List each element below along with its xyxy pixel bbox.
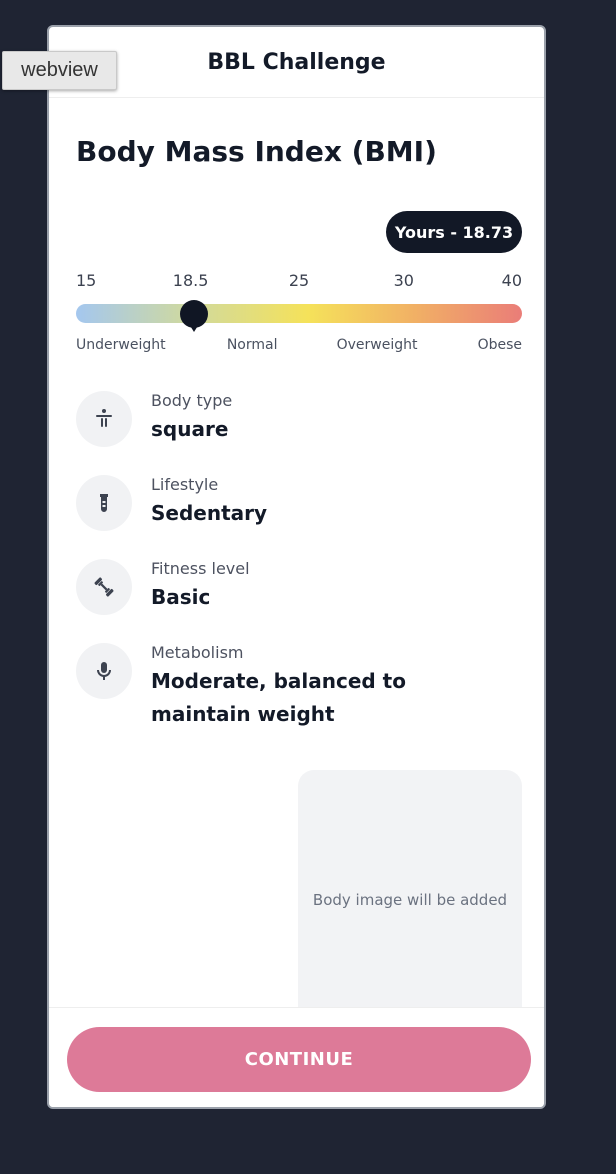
bmi-tick: 18.5 — [172, 271, 209, 290]
bmi-category-label: Obese — [477, 337, 522, 353]
info-label: Body type — [151, 391, 233, 410]
body-image-placeholder-text: Body image will be added — [312, 891, 508, 909]
bmi-scale-ticks: 15 18.5 25 30 40 — [76, 271, 522, 293]
bmi-category-label: Overweight — [336, 337, 418, 353]
footer: CONTINUE — [49, 1007, 544, 1107]
bmi-marker — [180, 300, 209, 332]
bmi-marker-pointer — [189, 324, 200, 332]
bmi-category-label: Normal — [226, 337, 278, 353]
bmi-tick: 25 — [288, 271, 310, 290]
bmi-yours-badge: Yours - 18.73 — [386, 211, 522, 253]
info-label: Metabolism — [151, 643, 244, 662]
info-label: Fitness level — [151, 559, 250, 578]
info-value: Sedentary — [151, 501, 268, 525]
page-title: BBL Challenge — [207, 49, 386, 75]
bmi-gradient-bar — [76, 304, 522, 323]
info-label: Lifestyle — [151, 475, 219, 494]
bmi-category-label: Underweight — [76, 337, 166, 353]
info-value: Basic — [151, 585, 211, 609]
microphone-icon — [76, 643, 132, 699]
body-image-placeholder: Body image will be added — [298, 770, 522, 1030]
webview-tag: webview — [2, 51, 117, 90]
phone-screen: BBL Challenge Body Mass Index (BMI) Your… — [47, 25, 546, 1109]
test-tube-icon — [76, 475, 132, 531]
info-value: Moderate, balanced to maintain weight — [151, 669, 406, 726]
info-value: square — [151, 417, 229, 441]
page-header: BBL Challenge — [49, 27, 544, 98]
bmi-categories: Underweight Normal Overweight Obese — [76, 337, 522, 357]
bmi-tick: 30 — [393, 271, 414, 290]
bmi-tick: 40 — [501, 271, 522, 290]
body-figure-icon — [76, 391, 132, 447]
continue-button[interactable]: CONTINUE — [67, 1027, 531, 1092]
bmi-title: Body Mass Index (BMI) — [76, 135, 437, 168]
bmi-tick: 15 — [76, 271, 97, 290]
dumbbell-icon — [76, 559, 132, 615]
